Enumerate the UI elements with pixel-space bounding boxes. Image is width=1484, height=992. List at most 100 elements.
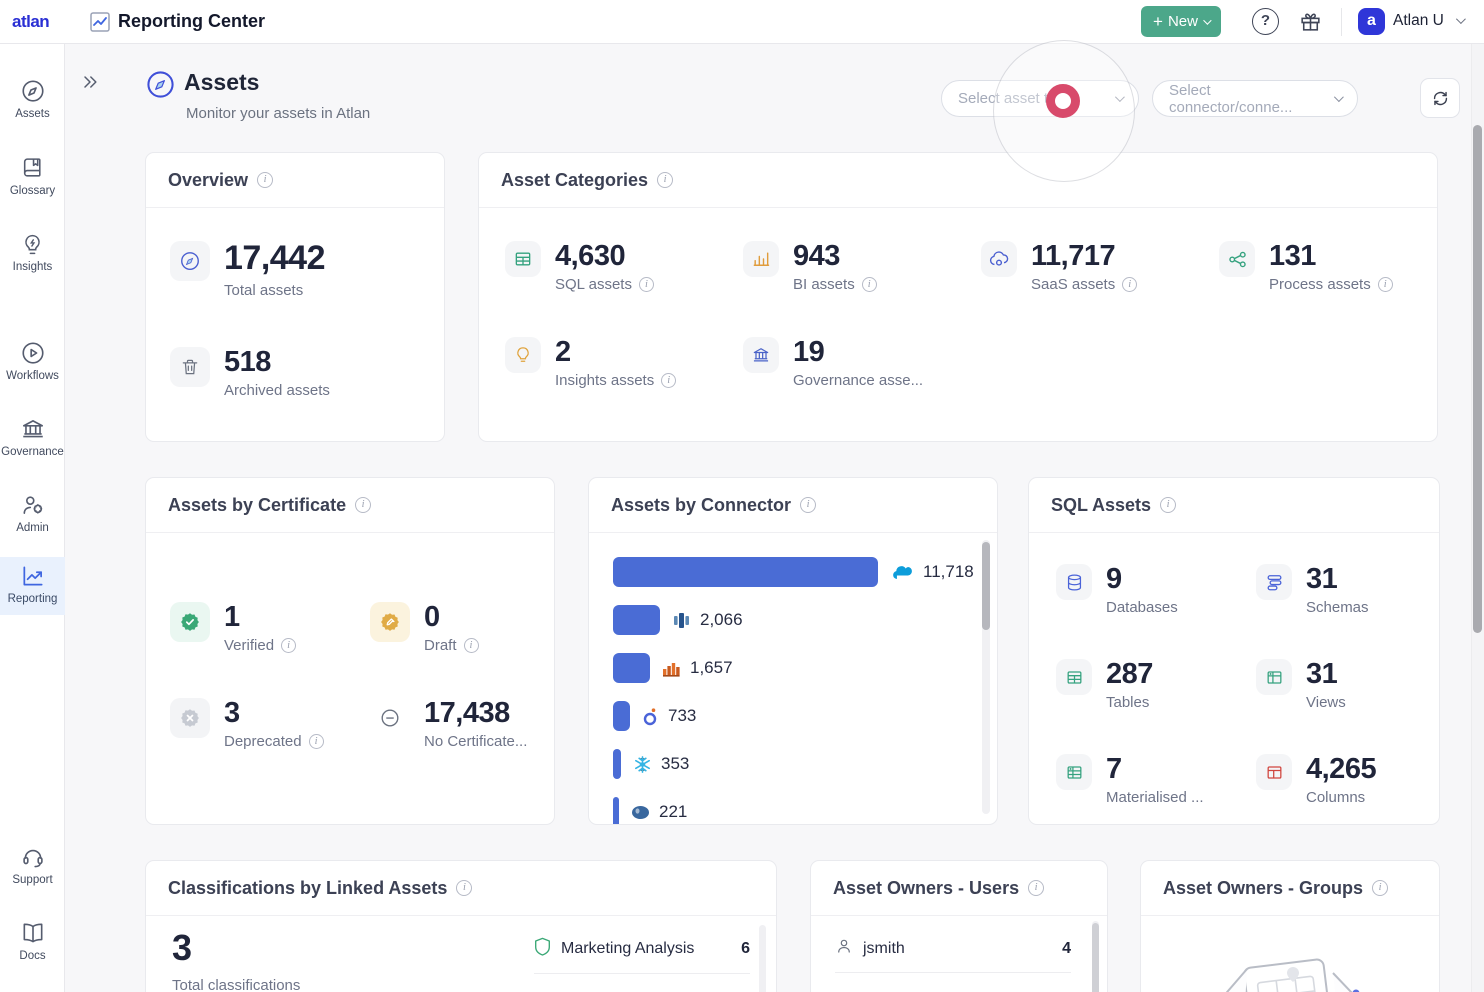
stat-label: Databases [1106, 599, 1178, 616]
table-grid-icon [1056, 659, 1092, 695]
sidebar-item-reporting[interactable]: Reporting [0, 557, 65, 615]
user-menu[interactable]: Atlan U [1393, 12, 1444, 30]
page-scrollbar-thumb[interactable] [1473, 125, 1482, 633]
stat-value: 131 [1269, 241, 1393, 271]
stat-value: 4,630 [555, 241, 654, 271]
atlan-logo[interactable]: atlan [12, 12, 49, 32]
sidebar-item-docs[interactable]: Docs [0, 914, 65, 962]
bar[interactable] [613, 653, 650, 683]
bar-row[interactable]: 733 [613, 701, 696, 731]
sidebar-item-governance[interactable]: Governance [0, 410, 65, 458]
stat-label: Total assets [224, 282, 303, 299]
bar-row[interactable]: 1,657 [613, 653, 733, 683]
card-title: Classifications by Linked Assets [168, 878, 447, 899]
card-title: SQL Assets [1051, 495, 1151, 516]
tableau-icon [672, 611, 691, 630]
classification-row[interactable]: Marketing Analysis 6 [534, 937, 750, 974]
info-icon[interactable] [661, 373, 676, 388]
info-icon[interactable] [257, 172, 273, 188]
sidebar-item-label: Governance [0, 446, 65, 458]
info-icon[interactable] [657, 172, 673, 188]
stat-label: Views [1306, 694, 1346, 711]
overview-card: Overview 17,442 Total assets 518 Archive… [145, 152, 445, 442]
bar-row[interactable]: 221 [613, 797, 687, 824]
info-icon[interactable] [1378, 277, 1393, 292]
asset-type-select[interactable]: Select asset type [941, 80, 1139, 117]
stat-value: 9 [1106, 564, 1178, 594]
compass-icon [170, 241, 210, 281]
bar[interactable] [613, 605, 660, 635]
list-scrollbar-track[interactable] [759, 925, 766, 992]
user-icon [835, 937, 853, 960]
stat-label: Draft [424, 637, 457, 654]
info-icon[interactable] [862, 277, 877, 292]
deprecated-badge-icon [170, 698, 210, 738]
looker-icon [642, 707, 659, 726]
user-row[interactable]: jsmith 4 [835, 937, 1071, 973]
info-icon[interactable] [309, 734, 324, 749]
sidebar-item-workflows[interactable]: Workflows [0, 334, 65, 382]
bar[interactable] [613, 557, 878, 587]
bar[interactable] [613, 749, 621, 779]
list-scrollbar-thumb[interactable] [1092, 923, 1099, 992]
help-icon[interactable] [1252, 8, 1279, 35]
card-title: Asset Owners - Groups [1163, 878, 1363, 899]
column-icon [1256, 754, 1292, 790]
bar-value: 1,657 [690, 658, 733, 678]
stat-value: 4,265 [1306, 754, 1376, 784]
chart-scrollbar-thumb[interactable] [982, 542, 990, 630]
chevron-down-icon [1115, 92, 1125, 102]
card-title: Assets by Certificate [168, 495, 346, 516]
no-certificate-icon [370, 698, 410, 738]
new-button[interactable]: New [1141, 6, 1221, 37]
reporting-center-screen: atlan Reporting Center New Atlan U Asset… [0, 0, 1484, 992]
snowflake-icon [633, 755, 652, 774]
bar-row[interactable]: 2,066 [613, 605, 743, 635]
sidebar-item-label: Glossary [0, 185, 65, 197]
sidebar-item-label: Workflows [0, 370, 65, 382]
user-avatar[interactable] [1358, 8, 1385, 35]
bar-row[interactable]: 11,718 [613, 557, 974, 587]
info-icon[interactable] [1028, 880, 1044, 896]
info-icon[interactable] [1372, 880, 1388, 896]
bar[interactable] [613, 797, 619, 824]
bar-value: 221 [659, 802, 687, 822]
bar[interactable] [613, 701, 630, 731]
info-icon[interactable] [1122, 277, 1137, 292]
bar-row[interactable]: 353 [613, 749, 689, 779]
info-icon[interactable] [639, 277, 654, 292]
info-icon[interactable] [281, 638, 296, 653]
sidebar-collapse-icon[interactable] [80, 72, 100, 97]
line-chart-icon [88, 10, 112, 39]
info-icon[interactable] [355, 497, 371, 513]
sidebar-item-insights[interactable]: Insights [0, 226, 65, 273]
empty-state-illustration [1181, 921, 1401, 992]
stat-label: Verified [224, 637, 274, 654]
sidebar-item-admin[interactable]: Admin [0, 486, 65, 534]
select-placeholder: Select asset type [958, 90, 1072, 107]
lightbulb-icon [505, 337, 541, 373]
schema-icon [1256, 564, 1292, 600]
info-icon[interactable] [1160, 497, 1176, 513]
stat-label: Governance asse... [793, 372, 923, 389]
info-icon[interactable] [800, 497, 816, 513]
database-icon [1056, 564, 1092, 600]
card-title: Asset Owners - Users [833, 878, 1019, 899]
card-title: Asset Categories [501, 170, 648, 191]
sidebar-item-glossary[interactable]: Glossary [0, 150, 65, 197]
bank-icon [743, 337, 779, 373]
refresh-button[interactable] [1420, 78, 1460, 118]
info-icon[interactable] [464, 638, 479, 653]
sql-assets-card: SQL Assets 9 Databases 31 Schemas [1028, 477, 1440, 825]
process-icon [1219, 241, 1255, 277]
stat-value: 2 [555, 337, 676, 367]
classification-count: 6 [741, 940, 750, 958]
sidebar-item-assets[interactable]: Assets [0, 72, 65, 120]
info-icon[interactable] [456, 880, 472, 896]
connector-select[interactable]: Select connector/conne... [1152, 80, 1358, 117]
stat-label: Process assets [1269, 276, 1371, 293]
bar-value: 733 [668, 706, 696, 726]
sidebar-item-support[interactable]: Support [0, 838, 65, 886]
stat-label: No Certificate... [424, 733, 527, 750]
gift-icon[interactable] [1298, 9, 1323, 39]
